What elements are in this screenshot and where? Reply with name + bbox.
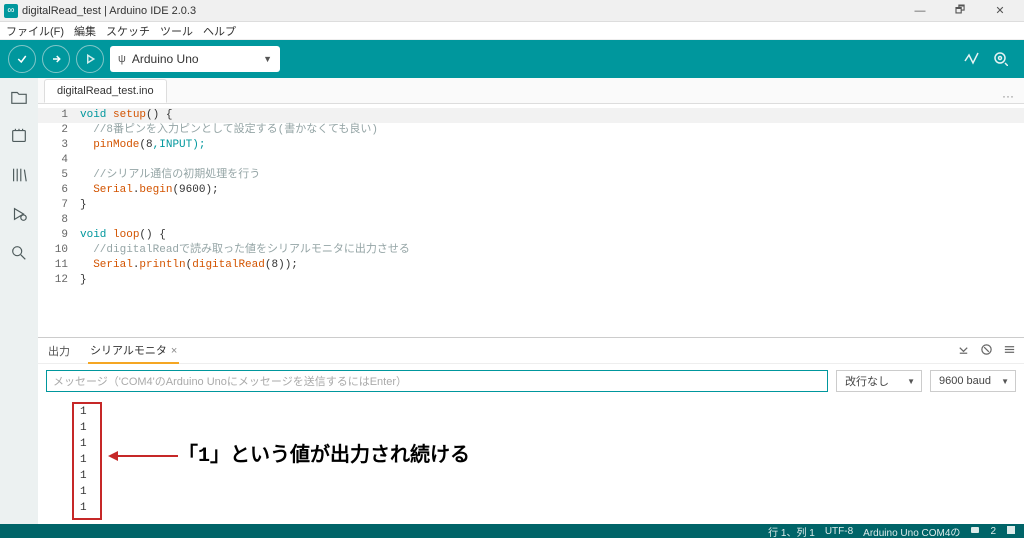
status-bar: 行 1、列 1 UTF-8 Arduino Uno COM4の 2 [0,524,1024,538]
search-icon[interactable] [10,244,28,265]
annotation-box [72,402,102,520]
serial-message-input[interactable]: メッセージ（'COM4'のArduino Unoにメッセージを送信するにはEnt… [46,370,828,392]
menu-bar: ファイル(F) 編集 スケッチ ツール ヘルプ [0,22,1024,40]
sketchbook-icon[interactable] [10,88,28,109]
line-number: 10 [38,243,80,258]
serial-plotter-icon[interactable] [964,50,980,69]
editor-tab[interactable]: digitalRead_test.ino [44,79,167,103]
line-ending-select[interactable]: 改行なし▼ [836,370,922,392]
panel-menu-icon[interactable] [1003,343,1016,359]
menu-tool[interactable]: ツール [160,23,193,39]
line-number: 12 [38,273,80,288]
usb-icon: ψ [118,53,126,65]
notification-count: 2 [990,526,996,537]
debug-button[interactable] [76,45,104,73]
tab-serial-monitor[interactable]: シリアルモニタ× [88,338,179,364]
bottom-panel: 出力 シリアルモニタ× メッセージ（'COM4'のArduino Unoにメッセ… [38,337,1024,524]
placeholder-text: メッセージ（'COM4'のArduino Unoにメッセージを送信するにはEnt… [53,373,407,389]
menu-edit[interactable]: 編集 [74,23,96,39]
menu-help[interactable]: ヘルプ [203,23,236,39]
status-board[interactable]: Arduino Uno COM4の [863,524,960,538]
line-number: 4 [38,153,80,168]
window-titlebar: digitalRead_test | Arduino IDE 2.0.3 — 🗗… [0,0,1024,22]
baud-rate-select[interactable]: 9600 baud▼ [930,370,1016,392]
serial-line: 1 [80,436,87,452]
close-panel-icon[interactable] [1006,525,1016,538]
window-title: digitalRead_test | Arduino IDE 2.0.3 [22,5,196,17]
expand-down-icon[interactable] [957,343,970,359]
editor-tabs: digitalRead_test.ino ··· [38,78,1024,104]
toolbar: ψ Arduino Uno ▼ [0,40,1024,78]
tab-output[interactable]: 出力 [46,339,72,363]
serial-monitor-icon[interactable] [992,50,1008,69]
chevron-down-icon: ▼ [1001,377,1009,386]
line-number: 11 [38,258,80,273]
notification-icon[interactable] [970,525,980,538]
maximize-button[interactable]: 🗗 [940,0,980,22]
verify-button[interactable] [8,45,36,73]
board-selector[interactable]: ψ Arduino Uno ▼ [110,46,280,72]
activity-bar [0,78,38,524]
menu-sketch[interactable]: スケッチ [106,23,150,39]
clear-icon[interactable] [980,343,993,359]
annotation-arrow [108,450,178,466]
serial-line: 1 [80,420,87,436]
serial-line: 1 [80,404,87,420]
serial-line: 1 [80,468,87,484]
upload-button[interactable] [42,45,70,73]
close-icon[interactable]: × [171,345,177,357]
app-icon [4,4,18,18]
encoding[interactable]: UTF-8 [825,526,853,537]
code-editor[interactable]: 1void setup() { 2 //8番ピンを入力ピンとして設定する(書かな… [38,104,1024,337]
serial-line: 1 [80,452,87,468]
tab-label: digitalRead_test.ino [57,85,154,97]
cursor-position[interactable]: 行 1、列 1 [768,524,815,538]
chevron-down-icon: ▼ [907,377,915,386]
serial-output: 1 1 1 1 1 1 1 「1」という値が出力され続ける [38,398,1024,524]
boards-manager-icon[interactable] [10,127,28,148]
serial-line: 1 [80,484,87,500]
debug-icon[interactable] [10,205,28,226]
serial-line: 1 [80,500,87,516]
line-number: 3 [38,138,80,153]
annotation-text: 「1」という値が出力され続ける [178,438,470,468]
line-number: 2 [38,123,80,138]
serial-values: 1 1 1 1 1 1 1 [80,404,87,516]
line-number: 6 [38,183,80,198]
line-number: 9 [38,228,80,243]
line-number: 1 [38,108,80,123]
library-manager-icon[interactable] [10,166,28,187]
tab-overflow-button[interactable]: ··· [992,89,1024,103]
minimize-button[interactable]: — [900,0,940,22]
menu-file[interactable]: ファイル(F) [6,23,64,39]
close-button[interactable]: ✕ [980,0,1020,22]
line-number: 7 [38,198,80,213]
line-number: 8 [38,213,80,228]
chevron-down-icon: ▼ [263,54,272,64]
board-name: Arduino Uno [132,52,199,66]
line-number: 5 [38,168,80,183]
